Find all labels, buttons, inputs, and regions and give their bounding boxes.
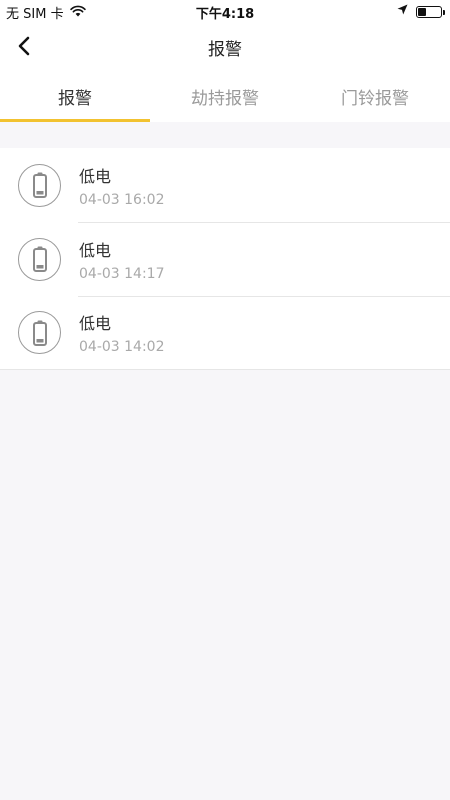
battery-status-icon xyxy=(416,5,445,18)
list-item[interactable]: 低电 04-03 16:02 xyxy=(0,148,450,222)
alarm-screen: 无 SIM 卡 下午4:18 报警 报警 劫持报警 门铃报警 低电 04-03 … xyxy=(0,0,450,800)
low-battery-icon xyxy=(18,311,61,354)
tab-doorbell-alarm[interactable]: 门铃报警 xyxy=(300,70,450,122)
status-bar: 无 SIM 卡 下午4:18 xyxy=(0,0,450,22)
location-arrow-icon xyxy=(397,4,408,19)
page-title: 报警 xyxy=(208,40,242,60)
tab-label: 劫持报警 xyxy=(191,88,259,109)
list-item-text: 低电 04-03 14:02 xyxy=(79,310,164,355)
battery-fill xyxy=(418,7,426,16)
alarm-time: 04-03 14:02 xyxy=(79,339,165,355)
low-battery-icon xyxy=(18,237,61,281)
nav-bar: 报警 xyxy=(0,22,450,70)
list-item-text: 低电 04-03 16:02 xyxy=(79,163,164,208)
section-gap xyxy=(0,122,450,148)
tab-hijack-alarm[interactable]: 劫持报警 xyxy=(150,70,300,122)
low-battery-icon xyxy=(18,163,61,207)
list-item[interactable]: 低电 04-03 14:02 xyxy=(0,296,450,370)
tab-bar: 报警 劫持报警 门铃报警 xyxy=(0,70,450,122)
alarm-list: 低电 04-03 16:02 低电 04-03 14:17 低电 04-03 1… xyxy=(0,148,450,370)
tab-label: 报警 xyxy=(58,88,92,109)
status-right xyxy=(397,4,445,19)
list-item-text: 低电 04-03 14:17 xyxy=(79,237,164,282)
alarm-title: 低电 xyxy=(79,166,112,186)
list-item[interactable]: 低电 04-03 14:17 xyxy=(0,222,450,296)
alarm-title: 低电 xyxy=(79,314,112,333)
alarm-time: 04-03 14:17 xyxy=(79,265,165,282)
alarm-time: 04-03 16:02 xyxy=(79,191,165,208)
tab-alarm[interactable]: 报警 xyxy=(0,70,150,122)
status-time: 下午4:18 xyxy=(195,7,255,22)
tab-label: 门铃报警 xyxy=(341,88,409,109)
alarm-title: 低电 xyxy=(79,240,112,260)
